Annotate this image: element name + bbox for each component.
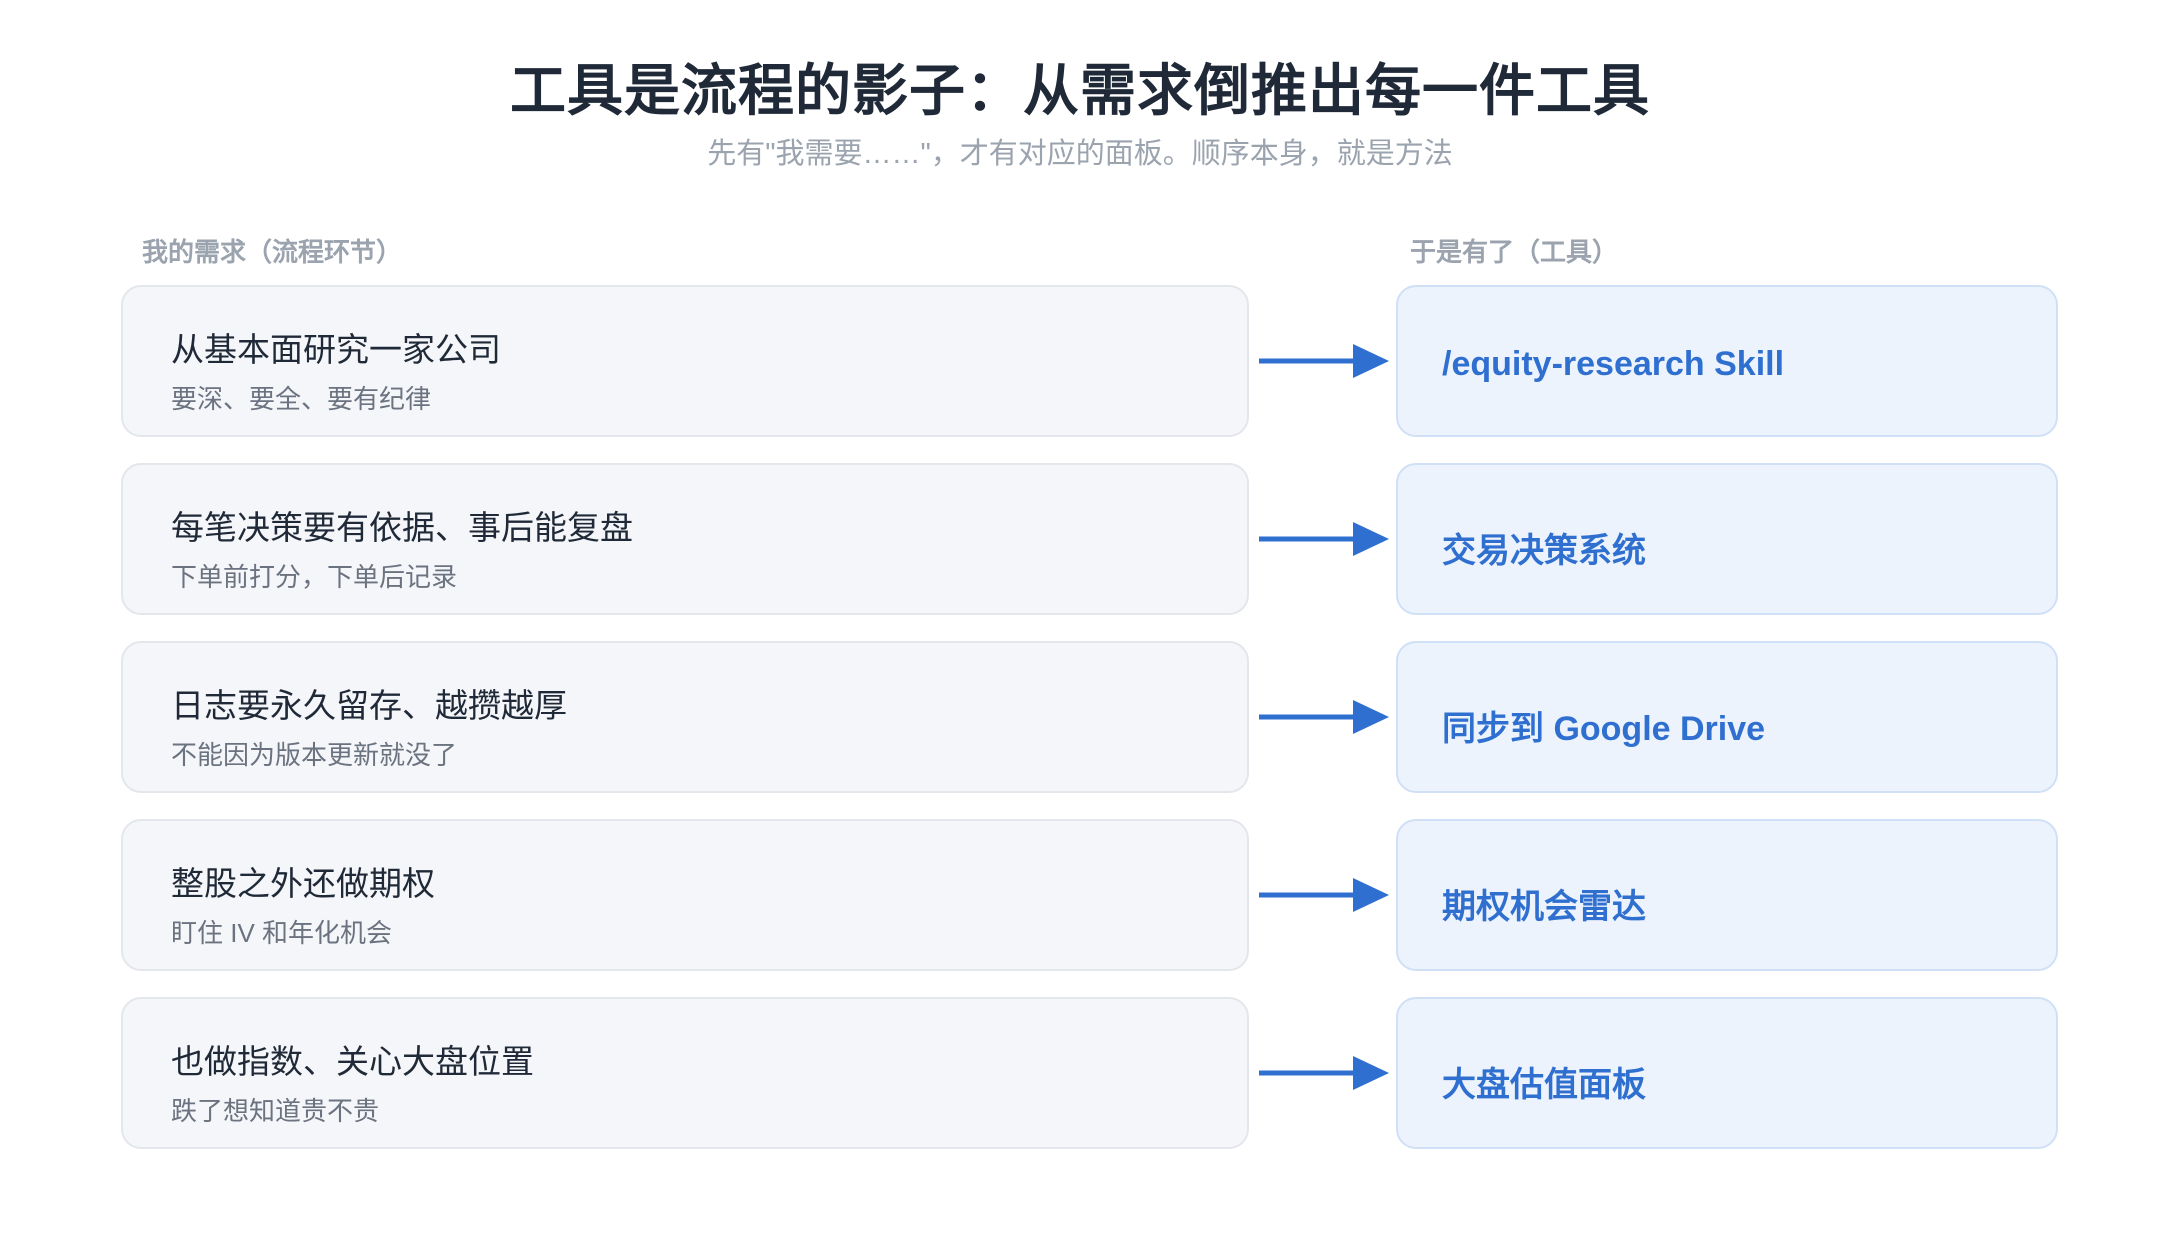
need-card: 每笔决策要有依据、事后能复盘 下单前打分，下单后记录 (121, 463, 1249, 615)
page-title: 工具是流程的影子：从需求倒推出每一件工具 (510, 59, 1650, 122)
tool-label: 期权机会雷达 (1442, 888, 1646, 926)
mapping-row: 也做指数、关心大盘位置 跌了想知道贵不贵 大盘估值面板 (121, 997, 2058, 1151)
tool-label: 同步到 Google Drive (1442, 710, 1766, 748)
tool-label: 大盘估值面板 (1442, 1066, 1646, 1104)
need-description: 要深、要全、要有纪律 (171, 384, 432, 414)
arrow-right-icon (1259, 522, 1389, 556)
need-description: 不能因为版本更新就没了 (171, 740, 458, 770)
need-description: 跌了想知道贵不贵 (171, 1096, 380, 1126)
arrow-right-icon (1259, 878, 1389, 912)
tool-label: 交易决策系统 (1442, 532, 1646, 570)
need-title: 整股之外还做期权 (171, 865, 435, 902)
page: 工具是流程的影子：从需求倒推出每一件工具 先有"我需要……"，才有对应的面板。顺… (0, 0, 2160, 1240)
need-card: 日志要永久留存、越攒越厚 不能因为版本更新就没了 (121, 641, 1249, 793)
arrow-right-icon (1259, 700, 1389, 734)
need-tool-list: 从基本面研究一家公司 要深、要全、要有纪律 /equity-research S… (121, 285, 2058, 1175)
need-description: 盯住 IV 和年化机会 (171, 918, 393, 948)
need-title: 每笔决策要有依据、事后能复盘 (171, 509, 633, 546)
need-title: 从基本面研究一家公司 (171, 331, 501, 368)
tool-card: /equity-research Skill (1396, 285, 2058, 437)
mapping-row: 日志要永久留存、越攒越厚 不能因为版本更新就没了 同步到 Google Driv… (121, 641, 2058, 795)
mapping-row: 每笔决策要有依据、事后能复盘 下单前打分，下单后记录 交易决策系统 (121, 463, 2058, 617)
need-card: 也做指数、关心大盘位置 跌了想知道贵不贵 (121, 997, 1249, 1149)
arrow-right-icon (1259, 344, 1389, 378)
need-card: 从基本面研究一家公司 要深、要全、要有纪律 (121, 285, 1249, 437)
mapping-row: 从基本面研究一家公司 要深、要全、要有纪律 /equity-research S… (121, 285, 2058, 439)
needs-column-header: 我的需求（流程环节） (142, 237, 403, 267)
tool-card: 期权机会雷达 (1396, 819, 2058, 971)
tool-card: 大盘估值面板 (1396, 997, 2058, 1149)
need-title: 也做指数、关心大盘位置 (171, 1043, 534, 1080)
need-card: 整股之外还做期权 盯住 IV 和年化机会 (121, 819, 1249, 971)
tool-card: 交易决策系统 (1396, 463, 2058, 615)
arrow-right-icon (1259, 1056, 1389, 1090)
need-title: 日志要永久留存、越攒越厚 (171, 687, 567, 724)
tool-card: 同步到 Google Drive (1396, 641, 2058, 793)
page-subtitle: 先有"我需要……"，才有对应的面板。顺序本身，就是方法 (707, 138, 1453, 170)
mapping-row: 整股之外还做期权 盯住 IV 和年化机会 期权机会雷达 (121, 819, 2058, 973)
need-description: 下单前打分，下单后记录 (171, 562, 458, 592)
tool-label: /equity-research Skill (1442, 345, 1785, 383)
tools-column-header: 于是有了（工具） (1410, 237, 1619, 267)
